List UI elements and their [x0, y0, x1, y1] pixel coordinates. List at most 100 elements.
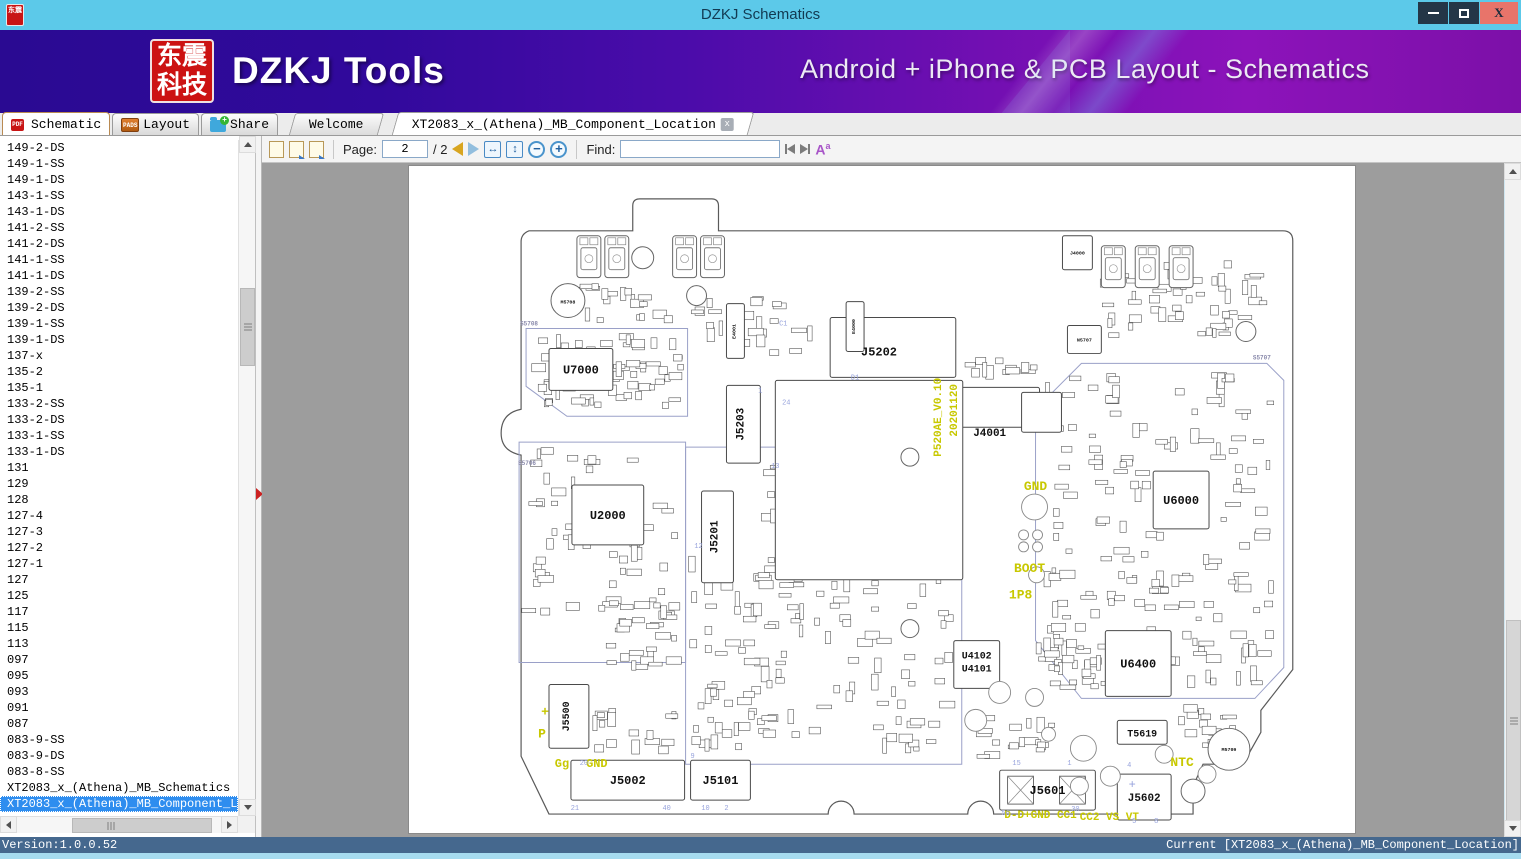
list-item[interactable]: 139-2-SS: [0, 284, 238, 300]
minimize-button[interactable]: [1418, 2, 1448, 24]
list-item[interactable]: 125: [0, 588, 238, 604]
find-input[interactable]: [620, 140, 781, 158]
text-size-icon[interactable]: Aa: [815, 141, 835, 158]
list-item[interactable]: 139-1-DS: [0, 332, 238, 348]
pin-number-label: 5: [1132, 818, 1136, 826]
brand-logo-line2: 科技: [156, 70, 207, 99]
list-item[interactable]: 117: [0, 604, 238, 620]
title-bar: 东震 DZKJ Schematics X: [0, 0, 1521, 30]
zoom-out-button[interactable]: −: [528, 140, 546, 158]
sidebar-scroll-down-button[interactable]: [239, 799, 256, 816]
tab-share[interactable]: + Share: [201, 113, 279, 135]
list-item[interactable]: 083-8-SS: [0, 764, 238, 780]
find-label: Find:: [586, 141, 616, 157]
page-label: Page:: [343, 141, 377, 157]
doc-tab-welcome[interactable]: Welcome: [288, 113, 384, 135]
find-previous-button[interactable]: [785, 144, 796, 154]
component-label: J4001: [973, 428, 1006, 440]
fit-width-button[interactable]: ↔: [484, 140, 502, 158]
viewer-scroll-down-button[interactable]: [1504, 820, 1521, 837]
pin-number-label: 9: [690, 753, 694, 761]
list-item[interactable]: 128: [0, 492, 238, 508]
sidebar-vertical-scrollbar[interactable]: [238, 136, 256, 816]
list-item[interactable]: 083-9-SS: [0, 732, 238, 748]
list-item[interactable]: 141-2-DS: [0, 236, 238, 252]
list-item[interactable]: 141-2-SS: [0, 220, 238, 236]
list-item[interactable]: 127: [0, 572, 238, 588]
pdf-page[interactable]: U7000 U2000 J5202 J5203 J5201 J4001 U6000 U6400…: [408, 165, 1356, 834]
sidebar-scroll-right-button[interactable]: [221, 816, 238, 833]
tab-schematic[interactable]: PDF Schematic: [2, 112, 167, 135]
status-bar: Version:1.0.0.52 Current [XT2083_x_(Athe…: [0, 837, 1521, 853]
single-page-icon[interactable]: [269, 140, 284, 158]
list-item[interactable]: 149-1-DS: [0, 172, 238, 188]
list-item[interactable]: 129: [0, 476, 238, 492]
fit-page-button[interactable]: ↕: [506, 140, 524, 158]
doc-tab-component-location[interactable]: XT2083_x_(Athena)_MB_Component_Location …: [391, 112, 755, 135]
maximize-button[interactable]: [1449, 2, 1479, 24]
component-label: U4101: [962, 663, 992, 674]
list-item[interactable]: 149-2-DS: [0, 140, 238, 156]
list-item[interactable]: 143-1-SS: [0, 188, 238, 204]
list-item[interactable]: 097: [0, 652, 238, 668]
list-item[interactable]: 127-2: [0, 540, 238, 556]
close-icon: X: [1494, 5, 1504, 20]
doc-tab-close-icon[interactable]: x: [720, 117, 734, 131]
list-item[interactable]: 141-1-DS: [0, 268, 238, 284]
list-item[interactable]: 127-1: [0, 556, 238, 572]
component-label: S5708: [520, 321, 538, 328]
list-item[interactable]: 127-3: [0, 524, 238, 540]
rotate-right-icon[interactable]: [309, 140, 325, 159]
list-item[interactable]: 113: [0, 636, 238, 652]
list-item[interactable]: 091: [0, 700, 238, 716]
sidebar-horizontal-scroll-thumb[interactable]: [72, 818, 212, 833]
list-item[interactable]: 093: [0, 684, 238, 700]
viewer-vertical-scroll-thumb[interactable]: [1506, 620, 1521, 822]
find-next-button[interactable]: [800, 144, 811, 154]
list-item[interactable]: XT2083_x_(Athena)_MB_Component_Location: [0, 796, 238, 812]
list-item[interactable]: 127-4: [0, 508, 238, 524]
version-label: Version:1.0.0.52: [2, 838, 118, 852]
list-item[interactable]: 087: [0, 716, 238, 732]
sidebar-horizontal-scrollbar[interactable]: [0, 816, 238, 833]
previous-page-button[interactable]: [452, 142, 464, 156]
list-item[interactable]: 133-1-SS: [0, 428, 238, 444]
close-button[interactable]: X: [1480, 2, 1518, 24]
list-item[interactable]: 133-2-DS: [0, 412, 238, 428]
next-page-button[interactable]: [468, 142, 480, 156]
pin-number-label: 15: [1012, 760, 1020, 768]
sidebar-vertical-scroll-thumb[interactable]: [240, 288, 255, 366]
viewer-vertical-scrollbar[interactable]: [1504, 163, 1521, 837]
list-item[interactable]: 139-2-DS: [0, 300, 238, 316]
list-item[interactable]: XT2083_x_(Athena)_MB_Schematics: [0, 780, 238, 796]
list-item[interactable]: 133-2-SS: [0, 396, 238, 412]
list-item[interactable]: 149-1-SS: [0, 156, 238, 172]
list-item[interactable]: 083-9-DS: [0, 748, 238, 764]
component-label: S5706: [518, 460, 536, 467]
component-label: U2000: [590, 509, 626, 523]
viewer-scroll-up-button[interactable]: [1504, 163, 1521, 180]
app-window: 东震 DZKJ Schematics X 东震 科技 DZKJ Tools An…: [0, 0, 1521, 859]
page-number-input[interactable]: [381, 140, 428, 158]
list-item[interactable]: 143-1-DS: [0, 204, 238, 220]
component-label: J4000: [1070, 251, 1085, 257]
tab-layout[interactable]: PADS Layout: [112, 113, 200, 135]
list-item[interactable]: 133-1-DS: [0, 444, 238, 460]
list-item[interactable]: 139-1-SS: [0, 316, 238, 332]
list-item[interactable]: 115: [0, 620, 238, 636]
pin-number-label: C1: [779, 321, 787, 329]
list-item[interactable]: 135-2: [0, 364, 238, 380]
viewer-canvas[interactable]: U7000 U2000 J5202 J5203 J5201 J4001 U6000 U6400…: [262, 163, 1504, 837]
toolbar-separator: [333, 139, 334, 159]
list-item[interactable]: 137-x: [0, 348, 238, 364]
rotate-left-icon[interactable]: [289, 140, 305, 159]
list-item[interactable]: 141-1-SS: [0, 252, 238, 268]
component-label: E4001: [731, 324, 737, 339]
zoom-in-button[interactable]: +: [550, 140, 568, 158]
list-item[interactable]: 135-1: [0, 380, 238, 396]
list-item[interactable]: 095: [0, 668, 238, 684]
list-item[interactable]: 131: [0, 460, 238, 476]
sidebar-scroll-up-button[interactable]: [239, 136, 256, 153]
tab-share-label: Share: [230, 117, 270, 132]
sidebar-scroll-left-button[interactable]: [0, 816, 17, 833]
